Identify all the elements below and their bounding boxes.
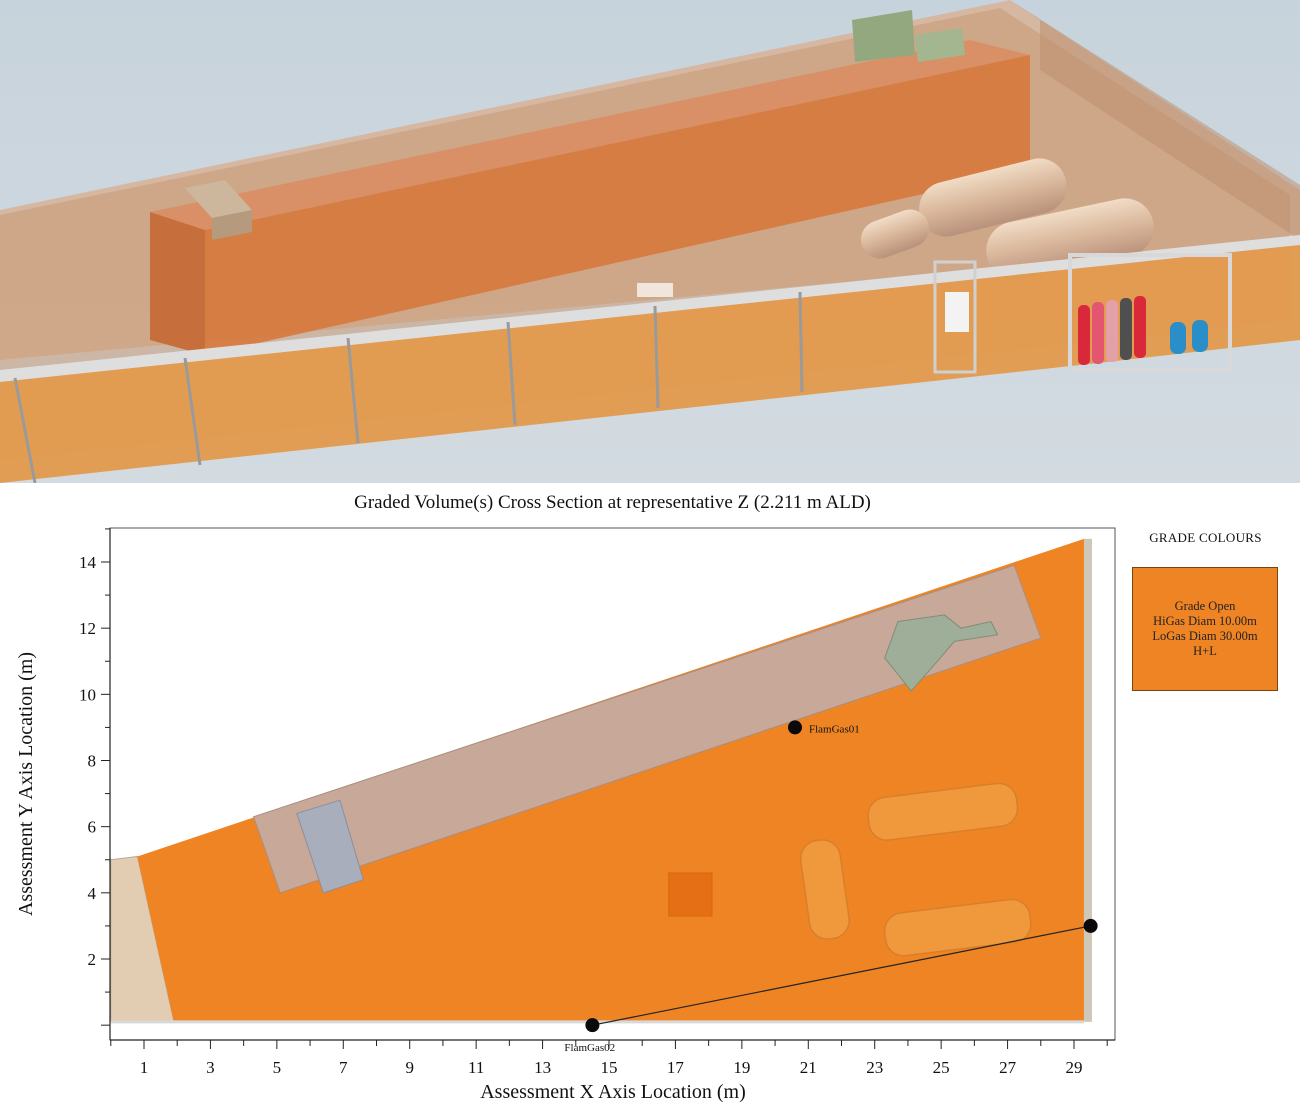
y-tick-label: 14 xyxy=(79,553,97,572)
y-tick-label: 6 xyxy=(88,818,97,837)
x-axis-label: Assessment X Axis Location (m) xyxy=(480,1081,746,1103)
x-tick-label: 7 xyxy=(339,1058,348,1077)
x-tick-label: 15 xyxy=(601,1058,618,1077)
point-label-2: FlamGas02 xyxy=(564,1042,615,1054)
pit-shape xyxy=(668,872,713,917)
x-tick-label: 1 xyxy=(140,1058,149,1077)
y-tick-label: 8 xyxy=(88,752,97,771)
x-tick-label: 3 xyxy=(206,1058,215,1077)
x-tick-label: 17 xyxy=(667,1058,685,1077)
x-tick-label: 9 xyxy=(405,1058,414,1077)
x-tick-label: 19 xyxy=(733,1058,750,1077)
y-tick-label: 12 xyxy=(79,619,96,638)
x-tick-label: 21 xyxy=(800,1058,817,1077)
legend-entry-grade-open: Grade Open HiGas Diam 10.00m LoGas Diam … xyxy=(1132,567,1278,691)
site-3d-render xyxy=(0,0,1300,483)
right-edge-strip xyxy=(1083,538,1092,1022)
legend-line-2: HiGas Diam 10.00m xyxy=(1153,614,1257,628)
y-tick-label: 4 xyxy=(88,884,97,903)
y-tick-label: 2 xyxy=(88,950,97,969)
x-tick-label: 23 xyxy=(866,1058,883,1077)
x-tick-label: 29 xyxy=(1066,1058,1083,1077)
x-tick-label: 5 xyxy=(273,1058,282,1077)
y-axis-label: Assessment Y Axis Location (m) xyxy=(15,652,37,916)
x-tick-label: 13 xyxy=(534,1058,551,1077)
legend-line-1: Grade Open xyxy=(1174,599,1236,613)
legend-title: GRADE COLOURS xyxy=(1149,530,1262,545)
y-tick-label: 10 xyxy=(79,685,96,704)
legend-line-4: H+L xyxy=(1193,644,1217,658)
point-label-1: FlamGas01 xyxy=(809,723,860,735)
x-tick-label: 25 xyxy=(933,1058,950,1077)
x-tick-label: 27 xyxy=(999,1058,1017,1077)
building-side xyxy=(150,212,205,355)
data-point-2 xyxy=(585,1018,600,1033)
data-point-3 xyxy=(1083,918,1098,933)
x-tick-label: 11 xyxy=(468,1058,484,1077)
legend-line-3: LoGas Diam 30.00m xyxy=(1152,629,1258,643)
cross-section-chart: FlamGas01FlamGas021 3 5 7 9 11 13 15 17 19 21 23 25 2… xyxy=(15,527,1116,1103)
data-point-1 xyxy=(788,720,802,735)
